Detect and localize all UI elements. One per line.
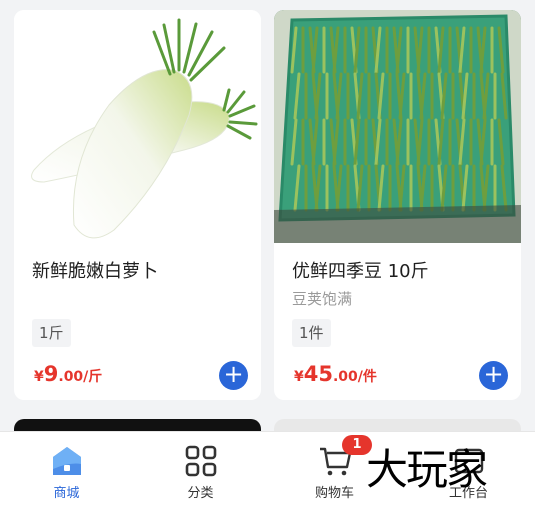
product-title[interactable]: 新鲜脆嫩白萝卜 <box>32 257 158 283</box>
add-to-cart-button[interactable]: + <box>479 361 508 390</box>
unit-tag: 1斤 <box>32 319 71 347</box>
product-card-beans[interactable]: 优鲜四季豆 10斤 豆荚饱满 1件 ¥45.00/件 + <box>274 10 521 400</box>
product-subtitle: 豆荚饱满 <box>292 290 353 308</box>
tab-mall[interactable]: 商城 <box>0 432 133 505</box>
price-integer: 45 <box>303 362 333 386</box>
tab-label: 分类 <box>187 486 214 501</box>
price-currency: ¥ <box>34 369 44 385</box>
beans-illustration <box>274 10 521 243</box>
add-to-cart-button[interactable]: + <box>219 361 248 390</box>
price-integer: 9 <box>43 362 59 386</box>
price-unit: .00/斤 <box>58 369 103 385</box>
watermark: 大玩家 <box>366 445 488 494</box>
home-icon <box>52 447 81 475</box>
grid-icon <box>185 445 216 477</box>
product-image-beans[interactable] <box>274 10 521 243</box>
product-price: ¥45.00/件 <box>294 362 377 386</box>
price-currency: ¥ <box>294 369 304 385</box>
product-title[interactable]: 优鲜四季豆 10斤 <box>292 257 429 283</box>
unit-tag: 1件 <box>292 319 331 347</box>
product-card-radish[interactable]: 新鲜脆嫩白萝卜 1斤 ¥9.00/斤 + <box>14 10 261 400</box>
product-price: ¥9.00/斤 <box>34 362 102 386</box>
product-image-radish[interactable] <box>14 10 261 243</box>
price-unit: .00/件 <box>332 369 377 385</box>
tab-label: 商城 <box>53 486 80 501</box>
tab-category[interactable]: 分类 <box>134 432 267 505</box>
radish-illustration <box>31 18 258 239</box>
